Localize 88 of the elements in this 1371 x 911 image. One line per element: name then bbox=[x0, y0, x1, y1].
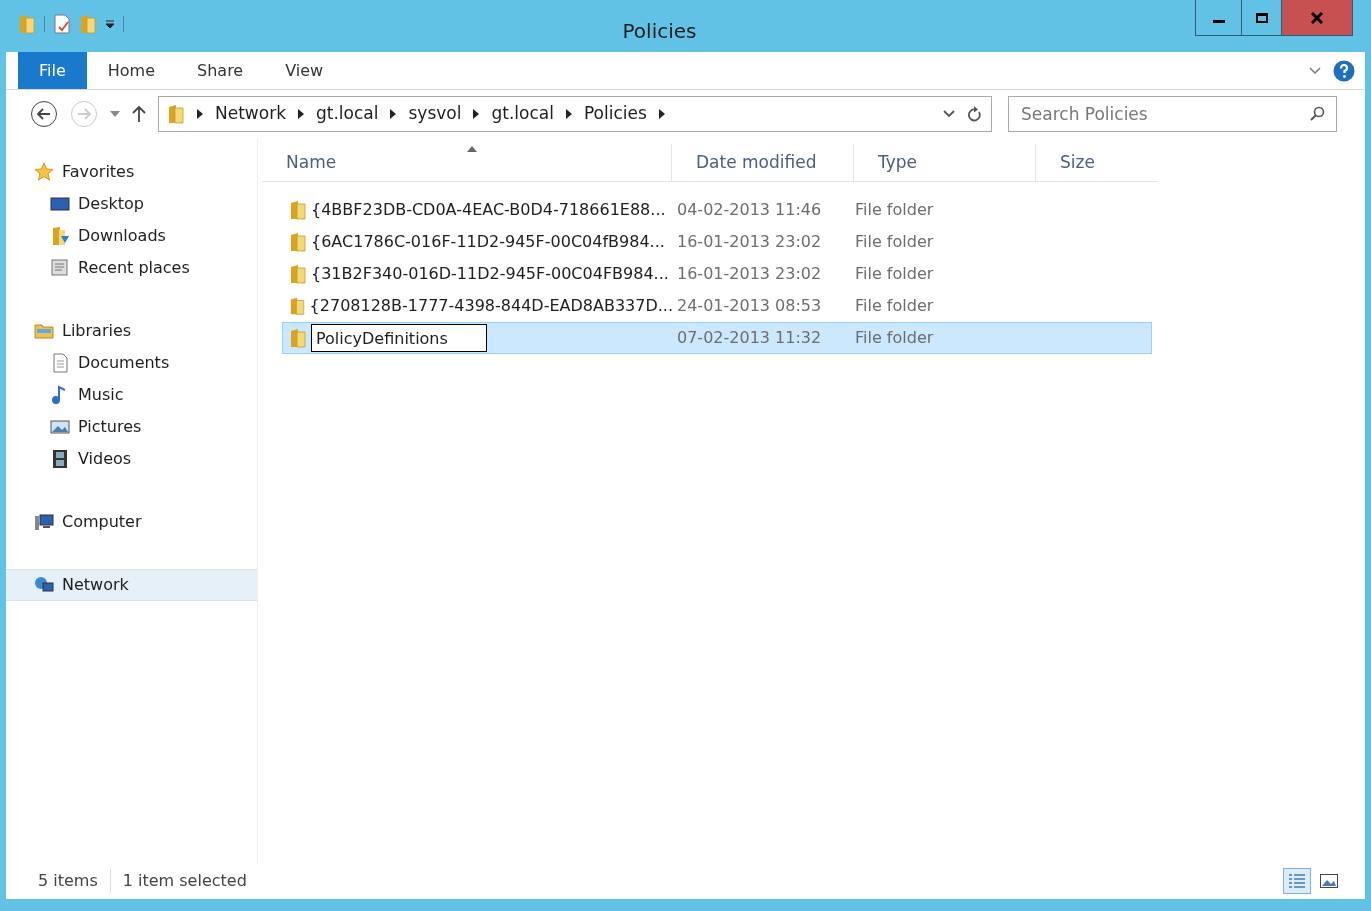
document-icon bbox=[50, 353, 70, 373]
breadcrumb-arrow-icon[interactable] bbox=[197, 109, 203, 119]
star-icon bbox=[34, 162, 54, 182]
download-folder-icon bbox=[50, 226, 70, 246]
nav-item[interactable]: Downloads bbox=[6, 220, 257, 252]
breadcrumb-arrow-icon[interactable] bbox=[298, 109, 304, 119]
nav-item[interactable]: Music bbox=[6, 379, 257, 411]
date-cell: 24-01-2013 08:53 bbox=[677, 296, 822, 315]
breadcrumb[interactable]: sysvol bbox=[408, 101, 462, 127]
breadcrumb-arrow-icon[interactable] bbox=[658, 109, 665, 119]
file-name: {4BBF23DB-CD0A-4EAC-B0D4-718661E88... bbox=[311, 199, 666, 221]
type-cell: File folder bbox=[855, 296, 934, 315]
film-icon bbox=[50, 449, 70, 469]
rename-field[interactable]: PolicyDefinitions bbox=[311, 324, 487, 352]
file-row[interactable]: PolicyDefinitions 07-02-2013 11:32 File folder bbox=[282, 322, 1152, 354]
up-arrow-icon[interactable] bbox=[132, 105, 146, 123]
new-folder-icon bbox=[79, 14, 97, 34]
address-bar[interactable]: Network gt.local sysvol gt.local Policies bbox=[158, 96, 992, 132]
help-icon[interactable] bbox=[1333, 59, 1355, 82]
breadcrumb[interactable]: gt.local bbox=[491, 101, 554, 127]
column-header[interactable]: Size bbox=[1036, 144, 1156, 181]
folder-icon bbox=[289, 296, 306, 316]
ribbon-tab[interactable]: Home bbox=[86, 52, 177, 89]
folder-icon bbox=[18, 14, 36, 34]
type-cell: File folder bbox=[855, 232, 934, 251]
nav-item[interactable]: Documents bbox=[6, 347, 257, 379]
breadcrumb[interactable]: Network bbox=[215, 101, 286, 127]
chevron-down-icon[interactable] bbox=[1309, 66, 1321, 75]
file-row[interactable]: {6AC1786C-016F-11D2-945F-00C04fB984... 16-01-2013 23:02 File folder bbox=[282, 226, 1152, 258]
nav-item[interactable]: Pictures bbox=[6, 411, 257, 443]
date-cell: 07-02-2013 11:32 bbox=[677, 328, 822, 347]
type-cell: File folder bbox=[855, 328, 934, 347]
breadcrumb-arrow-icon[interactable] bbox=[473, 109, 480, 119]
nav-item[interactable]: Computer bbox=[6, 506, 257, 538]
chevron-down-icon[interactable] bbox=[943, 110, 955, 118]
breadcrumb-arrow-icon[interactable] bbox=[565, 109, 572, 119]
type-cell: File folder bbox=[855, 264, 934, 283]
monitor-icon bbox=[50, 194, 70, 214]
date-cell: 16-01-2013 23:02 bbox=[677, 232, 822, 251]
computer-icon bbox=[34, 512, 54, 532]
folder-icon bbox=[289, 200, 307, 220]
status-text: 5 items bbox=[38, 870, 98, 892]
network-icon bbox=[34, 575, 54, 595]
column-header[interactable]: Name bbox=[262, 144, 672, 181]
nav-item[interactable]: Favorites bbox=[6, 156, 257, 188]
folder-icon bbox=[289, 264, 307, 284]
ribbon-tab[interactable]: View bbox=[264, 52, 345, 89]
nav-item[interactable]: Desktop bbox=[6, 188, 257, 220]
search-icon[interactable] bbox=[1309, 106, 1325, 122]
nav-item[interactable]: Libraries bbox=[6, 315, 257, 347]
ribbon-tab[interactable]: Share bbox=[176, 52, 265, 89]
details-view-icon bbox=[1288, 873, 1306, 889]
library-folder-icon bbox=[34, 321, 54, 341]
file-name: {31B2F340-016D-11D2-945F-00C04FB984... bbox=[311, 263, 669, 285]
nav-item[interactable]: Videos bbox=[6, 443, 257, 475]
type-cell: File folder bbox=[855, 200, 934, 219]
picture-view-icon bbox=[1320, 874, 1338, 888]
back-icon[interactable] bbox=[30, 100, 58, 128]
breadcrumb-arrow-icon[interactable] bbox=[390, 109, 397, 119]
close-button[interactable] bbox=[1282, 0, 1352, 35]
status-text: 1 item selected bbox=[109, 869, 247, 893]
nav-item[interactable]: Recent places bbox=[6, 252, 257, 284]
folder-icon bbox=[289, 328, 307, 348]
date-cell: 16-01-2013 23:02 bbox=[677, 264, 822, 283]
recent-locations-icon[interactable] bbox=[110, 111, 120, 117]
date-cell: 04-02-2013 11:46 bbox=[677, 200, 822, 219]
breadcrumb[interactable]: Policies bbox=[583, 101, 647, 127]
nav-item[interactable]: Network bbox=[6, 569, 257, 601]
refresh-icon[interactable] bbox=[967, 105, 983, 123]
file-name: {6AC1786C-016F-11D2-945F-00C04fB984... bbox=[311, 231, 665, 253]
column-header[interactable]: Type bbox=[854, 144, 1036, 181]
folder-icon bbox=[289, 232, 307, 252]
search-field[interactable]: Search Policies bbox=[1008, 96, 1337, 132]
sort-arrow-icon bbox=[467, 146, 477, 152]
file-row[interactable]: {4BBF23DB-CD0A-4EAC-B0D4-718661E88... 04-02-2013 11:46 File folder bbox=[282, 194, 1152, 226]
folder-icon bbox=[167, 104, 185, 124]
properties-icon[interactable] bbox=[53, 14, 71, 34]
file-name: {2708128B-1777-4398-844D-EAD8AB337D... bbox=[309, 295, 673, 317]
picture-icon bbox=[50, 417, 70, 437]
ribbon-tab[interactable]: File bbox=[18, 52, 87, 89]
column-header[interactable]: Date modified bbox=[672, 144, 854, 181]
file-row[interactable]: {2708128B-1777-4398-844D-EAD8AB337D... 24-01-2013 08:53 File folder bbox=[282, 290, 1152, 322]
window-title: Policies bbox=[622, 19, 697, 43]
close-icon bbox=[1311, 11, 1323, 24]
breadcrumb[interactable]: gt.local bbox=[316, 101, 379, 127]
file-row[interactable]: {31B2F340-016D-11D2-945F-00C04FB984... 16-01-2013 23:02 File folder bbox=[282, 258, 1152, 290]
recent-places-icon bbox=[50, 258, 70, 278]
dropdown-arrow-icon[interactable] bbox=[105, 19, 115, 29]
